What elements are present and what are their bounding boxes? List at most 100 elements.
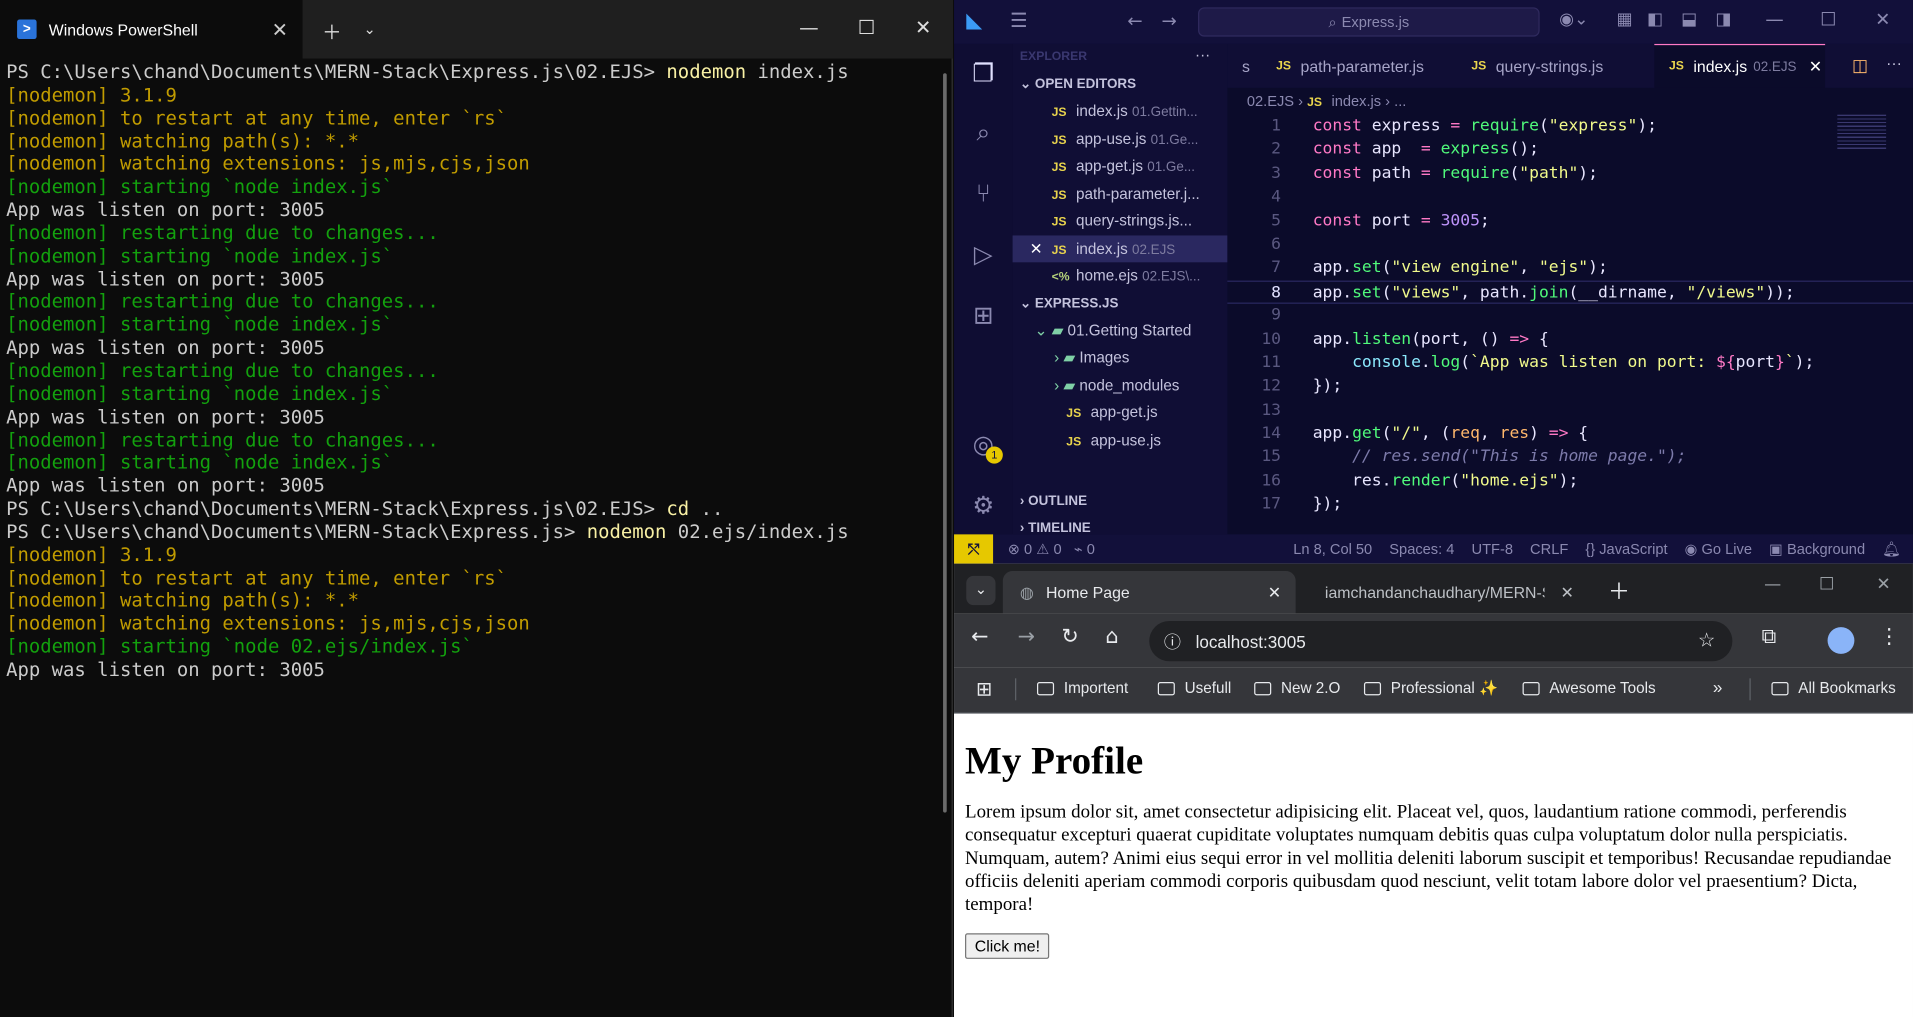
all-bookmarks[interactable]: All Bookmarks [1771, 680, 1896, 697]
bookmark-folder[interactable]: Professional ✨ [1363, 680, 1498, 698]
site-info-icon[interactable]: ⓘ [1164, 630, 1181, 654]
more-actions-icon[interactable]: ··· [1195, 46, 1210, 63]
maximize-icon[interactable]: ☐ [1819, 575, 1834, 595]
bookmark-folder[interactable]: Awesome Tools [1522, 680, 1656, 697]
chrome-tabstrip: ⌄ ◍ Home Page ✕ iamchandanchaudhary/MERN… [954, 563, 1913, 614]
address-bar[interactable]: ⓘ localhost:3005 ☆ [1149, 620, 1733, 662]
bookmark-folder[interactable]: New 2.O [1254, 680, 1340, 697]
bookmark-folder[interactable]: Importent [1037, 680, 1128, 697]
encoding[interactable]: UTF-8 [1471, 540, 1512, 557]
run-debug-icon[interactable]: ▷ [966, 237, 1000, 271]
more-menu-icon[interactable]: ⋮ [1879, 625, 1900, 649]
notifications-icon[interactable]: 🔔︎ [1882, 540, 1901, 557]
open-editor-item[interactable]: JS path-parameter.j... [1013, 180, 1228, 207]
close-tab-icon[interactable]: ✕ [1560, 583, 1573, 603]
tab-home-page[interactable]: ◍ Home Page ✕ [1002, 570, 1296, 614]
tab-github[interactable]: iamchandanchaudhary/MERN-S ✕ [1308, 571, 1589, 614]
bookmark-star-icon[interactable]: ☆ [1698, 628, 1715, 652]
code-line: const app = express(); [1312, 140, 1539, 160]
code-line: res.render("home.ejs"); [1312, 471, 1579, 491]
file-item[interactable]: JS app-get.js [1013, 399, 1228, 426]
source-control-icon[interactable]: ⑂ [966, 176, 1000, 210]
back-arrow-icon[interactable]: ← [971, 625, 988, 649]
more-actions-icon[interactable]: ··· [1886, 54, 1902, 72]
apps-grid-icon[interactable]: ⊞ [976, 677, 992, 701]
tab-index-js[interactable]: JS index.js 02.EJS ✕ [1654, 43, 1826, 88]
maximize-icon[interactable]: ☐ [1820, 9, 1836, 31]
file-item[interactable]: JS app-use.js [1013, 426, 1228, 453]
forward-arrow-icon[interactable]: → [1017, 625, 1034, 649]
ports-indicator[interactable]: ⌁ 0 [1074, 540, 1095, 557]
chevron-down-icon[interactable]: ⌄ [364, 21, 376, 38]
close-tab-icon[interactable]: ✕ [1809, 57, 1822, 77]
chrome-window: ⌄ ◍ Home Page ✕ iamchandanchaudhary/MERN… [954, 563, 1913, 1017]
terminal-line: [nodemon] 3.1.9 [6, 83, 177, 106]
open-editor-item[interactable]: JS index.js 01.Gettin... [1013, 98, 1228, 125]
open-editor-item[interactable]: JS app-use.js 01.Ge... [1013, 125, 1228, 152]
new-tab-icon[interactable]: ＋ [322, 16, 342, 45]
back-arrow-icon[interactable]: ← [1127, 10, 1142, 32]
problems-indicator[interactable]: ⊗ 0 ⚠ 0 [1008, 540, 1062, 557]
open-editor-item[interactable]: JS query-strings.js... [1013, 207, 1228, 234]
open-editor-item[interactable]: <% home.ejs 02.EJS\... [1013, 262, 1228, 289]
tab-query-strings[interactable]: JS query-strings.js [1457, 44, 1645, 88]
close-tab-icon[interactable]: ✕ [272, 18, 288, 42]
split-editor-icon[interactable]: ◫ [1852, 55, 1868, 76]
open-editors-list: JS index.js 01.Gettin... JS app-use.js 01.G… [1012, 98, 1228, 290]
home-icon[interactable]: ⌂ [1105, 625, 1118, 649]
tab-search-icon[interactable]: ⌄ [966, 575, 996, 606]
copilot-icon[interactable]: ◉⌄ [1559, 10, 1588, 30]
customize-layout-icon[interactable]: ▦ [1617, 10, 1633, 30]
terminal-tab[interactable]: > Windows PowerShell ✕ [0, 0, 303, 59]
close-window-icon[interactable]: ✕ [1876, 575, 1890, 595]
close-window-icon[interactable]: ✕ [1875, 9, 1890, 31]
explorer-icon[interactable]: ❐ [966, 56, 1000, 90]
go-live[interactable]: ◉ Go Live [1685, 540, 1752, 557]
minimize-icon[interactable]: — [799, 16, 819, 39]
minimize-icon[interactable]: — [1764, 575, 1781, 595]
open-editors-header[interactable]: ⌄ OPEN EDITORS [1013, 71, 1228, 98]
close-window-icon[interactable]: ✕ [915, 16, 931, 39]
maximize-icon[interactable]: ☐ [858, 16, 875, 39]
more-bookmarks-icon[interactable]: » [1713, 677, 1723, 697]
open-editor-item[interactable]: ✕ JS index.js 02.EJS [1012, 234, 1228, 263]
js-file-icon: JS [1066, 407, 1082, 421]
tab-partial[interactable]: s [1227, 44, 1261, 88]
open-editor-item[interactable]: JS app-get.js 01.Ge... [1013, 153, 1228, 180]
close-icon[interactable]: ✕ [1030, 235, 1043, 262]
new-tab-icon[interactable]: ＋ [1608, 575, 1630, 607]
reload-icon[interactable]: ↻ [1061, 625, 1078, 649]
folder-item[interactable]: › ▰ Images [1013, 344, 1228, 371]
folder-item[interactable]: › ▰ node_modules [1013, 371, 1228, 398]
folder-item[interactable]: ⌄ ▰ 01.Getting Started [1013, 317, 1228, 344]
eol[interactable]: CRLF [1530, 540, 1568, 557]
close-tab-icon[interactable]: ✕ [1268, 583, 1281, 603]
search-icon[interactable]: ⌕ [966, 115, 1000, 149]
background-ext[interactable]: ▣ Background [1769, 540, 1865, 557]
avatar[interactable] [1827, 627, 1855, 654]
terminal-scrollbar[interactable] [943, 73, 947, 813]
project-header[interactable]: ⌄ EXPRESS.JS [1013, 290, 1228, 317]
toggle-panel-icon[interactable]: ⬓ [1681, 10, 1697, 30]
minimize-icon[interactable]: — [1765, 9, 1783, 31]
toggle-sidebar-icon[interactable]: ◧ [1647, 10, 1663, 30]
remote-indicator-icon[interactable]: ⤲ [954, 534, 994, 564]
powershell-window: > Windows PowerShell ✕ ＋ ⌄ — ☐ ✕ PS C:\U… [0, 0, 953, 1017]
bookmark-folder[interactable]: Usefull [1157, 680, 1231, 697]
terminal-output[interactable]: PS C:\Users\chand\Documents\MERN-Stack\E… [0, 59, 953, 1017]
forward-arrow-icon[interactable]: → [1161, 10, 1176, 32]
cursor-position[interactable]: Ln 8, Col 50 [1293, 540, 1372, 557]
command-center-search[interactable]: ⌕ Express.js [1198, 7, 1540, 37]
menu-icon[interactable]: ☰ [1010, 9, 1027, 32]
extensions-icon[interactable]: ⊞ [966, 298, 1000, 332]
gear-icon[interactable]: ⚙ [966, 488, 1000, 522]
indentation[interactable]: Spaces: 4 [1389, 540, 1454, 557]
minimap[interactable] [1837, 114, 1887, 152]
code-editor[interactable]: 1 const express = require("express"); 2 co… [1227, 114, 1913, 535]
click-me-button[interactable]: Click me! [965, 933, 1050, 959]
tab-path-parameter[interactable]: JS path-parameter.js [1261, 44, 1456, 88]
terminal-line: App was listen on port: 3005 [6, 658, 325, 681]
language-mode[interactable]: {} JavaScript [1585, 540, 1667, 557]
extensions-icon[interactable]: ⧉ [1762, 625, 1777, 649]
toggle-secondary-sidebar-icon[interactable]: ◨ [1715, 10, 1731, 30]
